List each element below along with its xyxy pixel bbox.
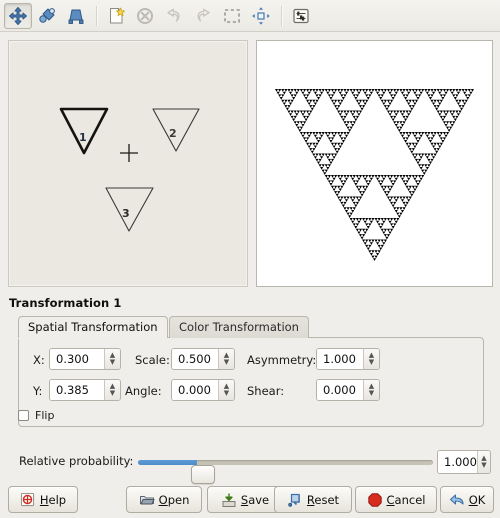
open-button-label: Open (158, 492, 190, 507)
ok-button[interactable]: OK (440, 486, 494, 513)
page-title: Transformation 1 (9, 296, 122, 310)
delete-circle-icon (135, 6, 155, 26)
relative-probability-label: Relative probability: (19, 454, 134, 468)
flip-checkbox[interactable] (18, 410, 29, 421)
triangle-3-label: 3 (122, 207, 130, 220)
shear-spinbox[interactable]: 0.000 ▲ ▼ (316, 379, 380, 401)
preview-area: 1 2 3 (0, 33, 500, 288)
save-button-label: Save (240, 492, 270, 507)
flip-checkbox-row[interactable]: Flip (18, 409, 54, 422)
ok-button-label: OK (468, 492, 486, 507)
cancel-button-label: Cancel (386, 492, 426, 507)
sierpinski-triangle-icon (275, 89, 474, 261)
new-document-icon (106, 6, 126, 26)
x-spinbox[interactable]: 0.300 ▲ ▼ (49, 348, 121, 370)
slider-fill (138, 460, 197, 465)
help-button-label: Help (39, 492, 67, 507)
relative-probability-stepper[interactable]: ▲ ▼ (476, 451, 490, 473)
shear-label: Shear: (247, 384, 285, 398)
relative-probability-row: Relative probability: (0, 448, 500, 484)
x-value[interactable]: 0.300 (50, 349, 104, 369)
new-transformation-button[interactable] (102, 3, 130, 29)
plus-marker-icon (120, 144, 138, 162)
toolbar-separator-2 (281, 5, 282, 26)
asymmetry-label: Asymmetry: (247, 353, 317, 367)
relative-probability-slider[interactable] (138, 460, 433, 484)
reset-undo-icon (287, 492, 303, 508)
y-stepper[interactable]: ▲ ▼ (104, 380, 120, 400)
center-move-icon (251, 6, 271, 26)
transformation-editor-canvas[interactable]: 1 2 3 (8, 40, 248, 287)
y-label: Y: (33, 384, 43, 398)
shear-value[interactable]: 0.000 (317, 380, 363, 400)
scale-value[interactable]: 0.500 (172, 349, 218, 369)
redo-arrow-icon (193, 6, 213, 26)
selection-marquee-icon (222, 6, 242, 26)
asymmetry-value[interactable]: 1.000 (317, 349, 363, 369)
save-disk-icon (221, 492, 237, 508)
ok-arrow-icon (449, 492, 465, 508)
center-move-button[interactable] (247, 3, 275, 29)
reset-button-label: Reset (306, 492, 340, 507)
asymmetry-stepper[interactable]: ▲ ▼ (363, 349, 379, 369)
save-button[interactable]: Save (207, 486, 283, 513)
relative-probability-spinbox[interactable]: 1.000 ▲ ▼ (437, 450, 491, 474)
slider-handle[interactable] (191, 465, 215, 484)
flip-label: Flip (35, 409, 55, 422)
relative-probability-value[interactable]: 1.000 (438, 451, 477, 473)
move-transformation-tool-button[interactable] (4, 2, 32, 29)
toolbar-separator-1 (96, 5, 97, 26)
x-label: X: (33, 353, 45, 367)
four-way-move-icon (8, 6, 28, 26)
redo-button[interactable] (189, 3, 217, 29)
tab-spatial-transformation[interactable]: Spatial Transformation (18, 316, 168, 338)
scale-label: Scale: (135, 353, 170, 367)
angle-stepper[interactable]: ▲ ▼ (218, 380, 234, 400)
scale-spinbox[interactable]: 0.500 ▲ ▼ (171, 348, 235, 370)
asymmetry-spinbox[interactable]: 1.000 ▲ ▼ (316, 348, 380, 370)
y-value[interactable]: 0.385 (50, 380, 104, 400)
scale-stepper[interactable]: ▲ ▼ (218, 349, 234, 369)
undo-arrow-icon (164, 6, 184, 26)
open-folder-icon (139, 492, 155, 508)
triangle-3[interactable]: 3 (105, 187, 154, 232)
stretch-icon (66, 6, 86, 26)
triangle-2[interactable]: 2 (152, 108, 200, 152)
angle-spinbox[interactable]: 0.000 ▲ ▼ (171, 379, 235, 401)
undo-button[interactable] (160, 3, 188, 29)
triangle-1-label: 1 (79, 131, 87, 144)
select-all-button[interactable] (218, 3, 246, 29)
triangles-svg: 1 2 3 (59, 107, 200, 232)
rotate-scale-icon (37, 6, 57, 26)
transformation-tabs: Spatial Transformation Color Transformat… (18, 316, 492, 338)
shear-stepper[interactable]: ▲ ▼ (363, 380, 379, 400)
fractal-preview-canvas[interactable] (256, 40, 493, 287)
tab-color-transformation[interactable]: Color Transformation (169, 316, 309, 338)
main-toolbar (0, 0, 500, 32)
x-stepper[interactable]: ▲ ▼ (104, 349, 120, 369)
dialog-button-bar: Help Open Save Reset Cancel OK (0, 483, 500, 518)
triangle-1[interactable]: 1 (59, 107, 109, 155)
cancel-stop-icon (367, 492, 383, 508)
cancel-button[interactable]: Cancel (355, 486, 437, 513)
delete-transformation-button[interactable] (131, 3, 159, 29)
rotate-scale-tool-button[interactable] (33, 3, 61, 29)
options-button[interactable] (287, 3, 315, 29)
angle-value[interactable]: 0.000 (172, 380, 218, 400)
help-button[interactable]: Help (8, 486, 78, 513)
spatial-transformation-panel: X: 0.300 ▲ ▼ Scale: 0.500 ▲ ▼ Asymmetry: 1… (18, 337, 484, 427)
angle-label: Angle: (125, 384, 162, 398)
y-spinbox[interactable]: 0.385 ▲ ▼ (49, 379, 121, 401)
triangle-2-label: 2 (169, 127, 177, 140)
options-sliders-icon (291, 6, 311, 26)
open-button[interactable]: Open (126, 486, 202, 513)
help-icon (20, 492, 36, 508)
reset-button[interactable]: Reset (274, 486, 352, 513)
stretch-tool-button[interactable] (62, 3, 90, 29)
